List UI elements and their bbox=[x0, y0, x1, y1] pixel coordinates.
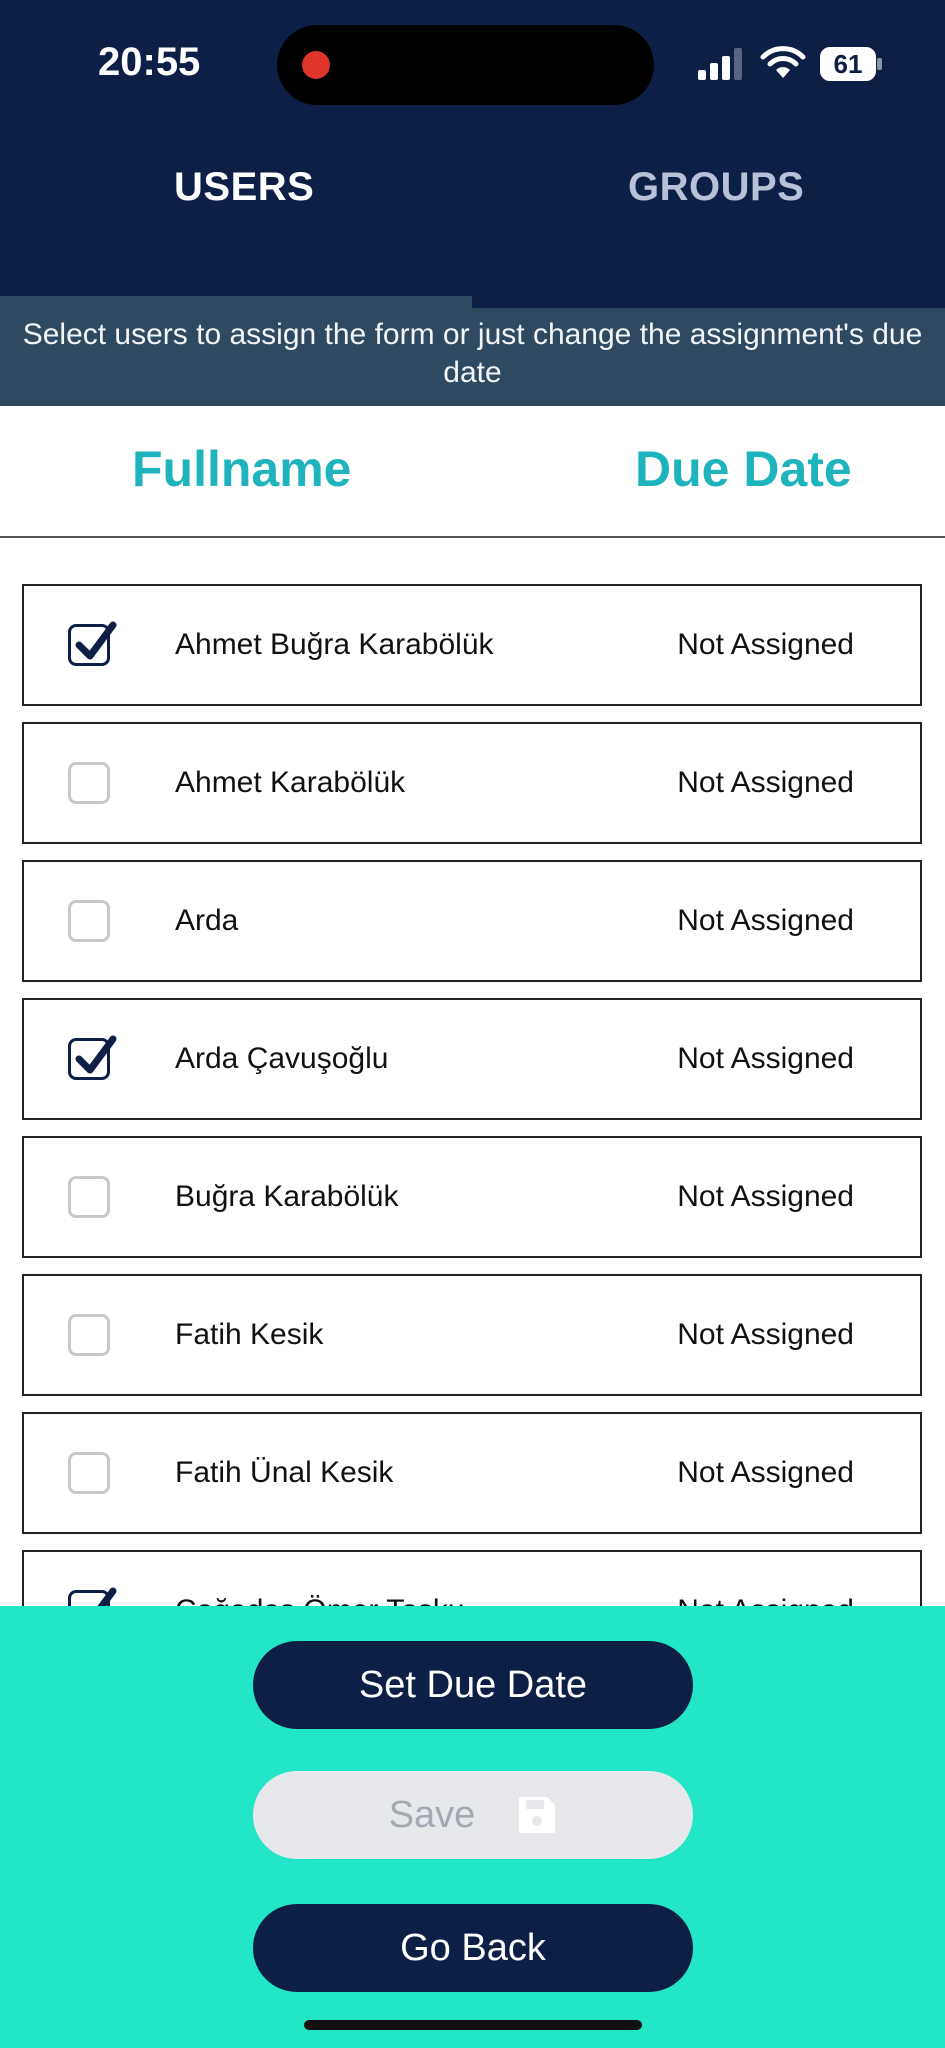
floppy-disk-icon bbox=[519, 1797, 556, 1833]
user-due-date: Not Assigned bbox=[677, 628, 854, 661]
user-row[interactable]: Ahmet Buğra Karabölük Not Assigned bbox=[22, 584, 922, 706]
set-due-date-label: Set Due Date bbox=[358, 1663, 588, 1706]
checkmark-icon bbox=[75, 1035, 117, 1074]
wifi-icon bbox=[760, 46, 806, 78]
user-checkbox[interactable] bbox=[68, 900, 110, 942]
battery-icon: 61 bbox=[820, 47, 884, 81]
recording-indicator-icon bbox=[302, 51, 330, 79]
app-header: 20:55 61 USERS GROUPS bbox=[0, 0, 945, 308]
instruction-banner: Select users to assign the form or just … bbox=[0, 308, 945, 406]
user-checkbox[interactable] bbox=[68, 762, 110, 804]
go-back-button[interactable]: Go Back bbox=[253, 1904, 693, 1992]
user-checkbox[interactable] bbox=[68, 621, 117, 666]
battery-level: 61 bbox=[833, 49, 863, 79]
user-name: Arda Çavuşoğlu bbox=[175, 1042, 389, 1075]
user-row[interactable]: Fatih Ünal Kesik Not Assigned bbox=[22, 1412, 922, 1534]
user-name: Çağadaş Ömer Tosku bbox=[175, 1594, 465, 1606]
user-due-date: Not Assigned bbox=[677, 1318, 854, 1351]
status-time: 20:55 bbox=[98, 40, 201, 84]
user-row[interactable]: Arda Çavuşoğlu Not Assigned bbox=[22, 998, 922, 1120]
user-checkbox[interactable] bbox=[68, 1035, 117, 1080]
user-checkbox[interactable] bbox=[68, 1176, 110, 1218]
save-button[interactable]: Save bbox=[253, 1771, 693, 1859]
user-row[interactable]: Ahmet Karabölük Not Assigned bbox=[22, 722, 922, 844]
user-list[interactable]: Ahmet Buğra Karabölük Not Assigned Ahmet… bbox=[22, 584, 922, 1606]
home-indicator bbox=[304, 2020, 642, 2030]
tab-groups[interactable]: GROUPS bbox=[628, 165, 804, 210]
column-header-due-date: Due Date bbox=[635, 441, 852, 497]
user-row[interactable]: Fatih Kesik Not Assigned bbox=[22, 1274, 922, 1396]
user-due-date: Not Assigned bbox=[677, 1456, 854, 1489]
go-back-label: Go Back bbox=[400, 1926, 546, 1969]
dynamic-island bbox=[277, 25, 654, 105]
set-due-date-button[interactable]: Set Due Date bbox=[253, 1641, 693, 1729]
user-name: Arda bbox=[175, 904, 239, 937]
user-due-date: Not Assigned bbox=[677, 1042, 854, 1075]
user-due-date: Not Assigned bbox=[677, 1594, 854, 1606]
user-name: Ahmet Buğra Karabölük bbox=[175, 628, 494, 661]
action-panel: Set Due Date Save Go Back bbox=[0, 1606, 945, 2048]
user-name: Fatih Ünal Kesik bbox=[175, 1456, 394, 1489]
tab-users[interactable]: USERS bbox=[174, 165, 314, 210]
user-name: Fatih Kesik bbox=[175, 1318, 324, 1351]
user-due-date: Not Assigned bbox=[677, 1180, 854, 1213]
user-due-date: Not Assigned bbox=[677, 904, 854, 937]
user-due-date: Not Assigned bbox=[677, 766, 854, 799]
user-name: Ahmet Karabölük bbox=[175, 766, 406, 799]
checkmark-icon bbox=[97, 1587, 117, 1606]
cellular-signal-icon bbox=[698, 48, 742, 80]
column-header-fullname: Fullname bbox=[132, 441, 352, 497]
user-row[interactable]: Buğra Karabölük Not Assigned bbox=[22, 1136, 922, 1258]
user-row[interactable]: Arda Not Assigned bbox=[22, 860, 922, 982]
active-tab-indicator bbox=[0, 296, 472, 308]
user-checkbox[interactable] bbox=[68, 1452, 110, 1494]
save-label: Save bbox=[388, 1793, 476, 1836]
checkmark-icon bbox=[75, 621, 117, 660]
header-divider bbox=[0, 536, 945, 538]
user-row[interactable]: Çağadaş Ömer Tosku Not Assigned bbox=[22, 1550, 922, 1606]
user-checkbox[interactable] bbox=[68, 1314, 110, 1356]
user-name: Buğra Karabölük bbox=[175, 1180, 399, 1213]
user-checkbox[interactable] bbox=[68, 1587, 117, 1606]
